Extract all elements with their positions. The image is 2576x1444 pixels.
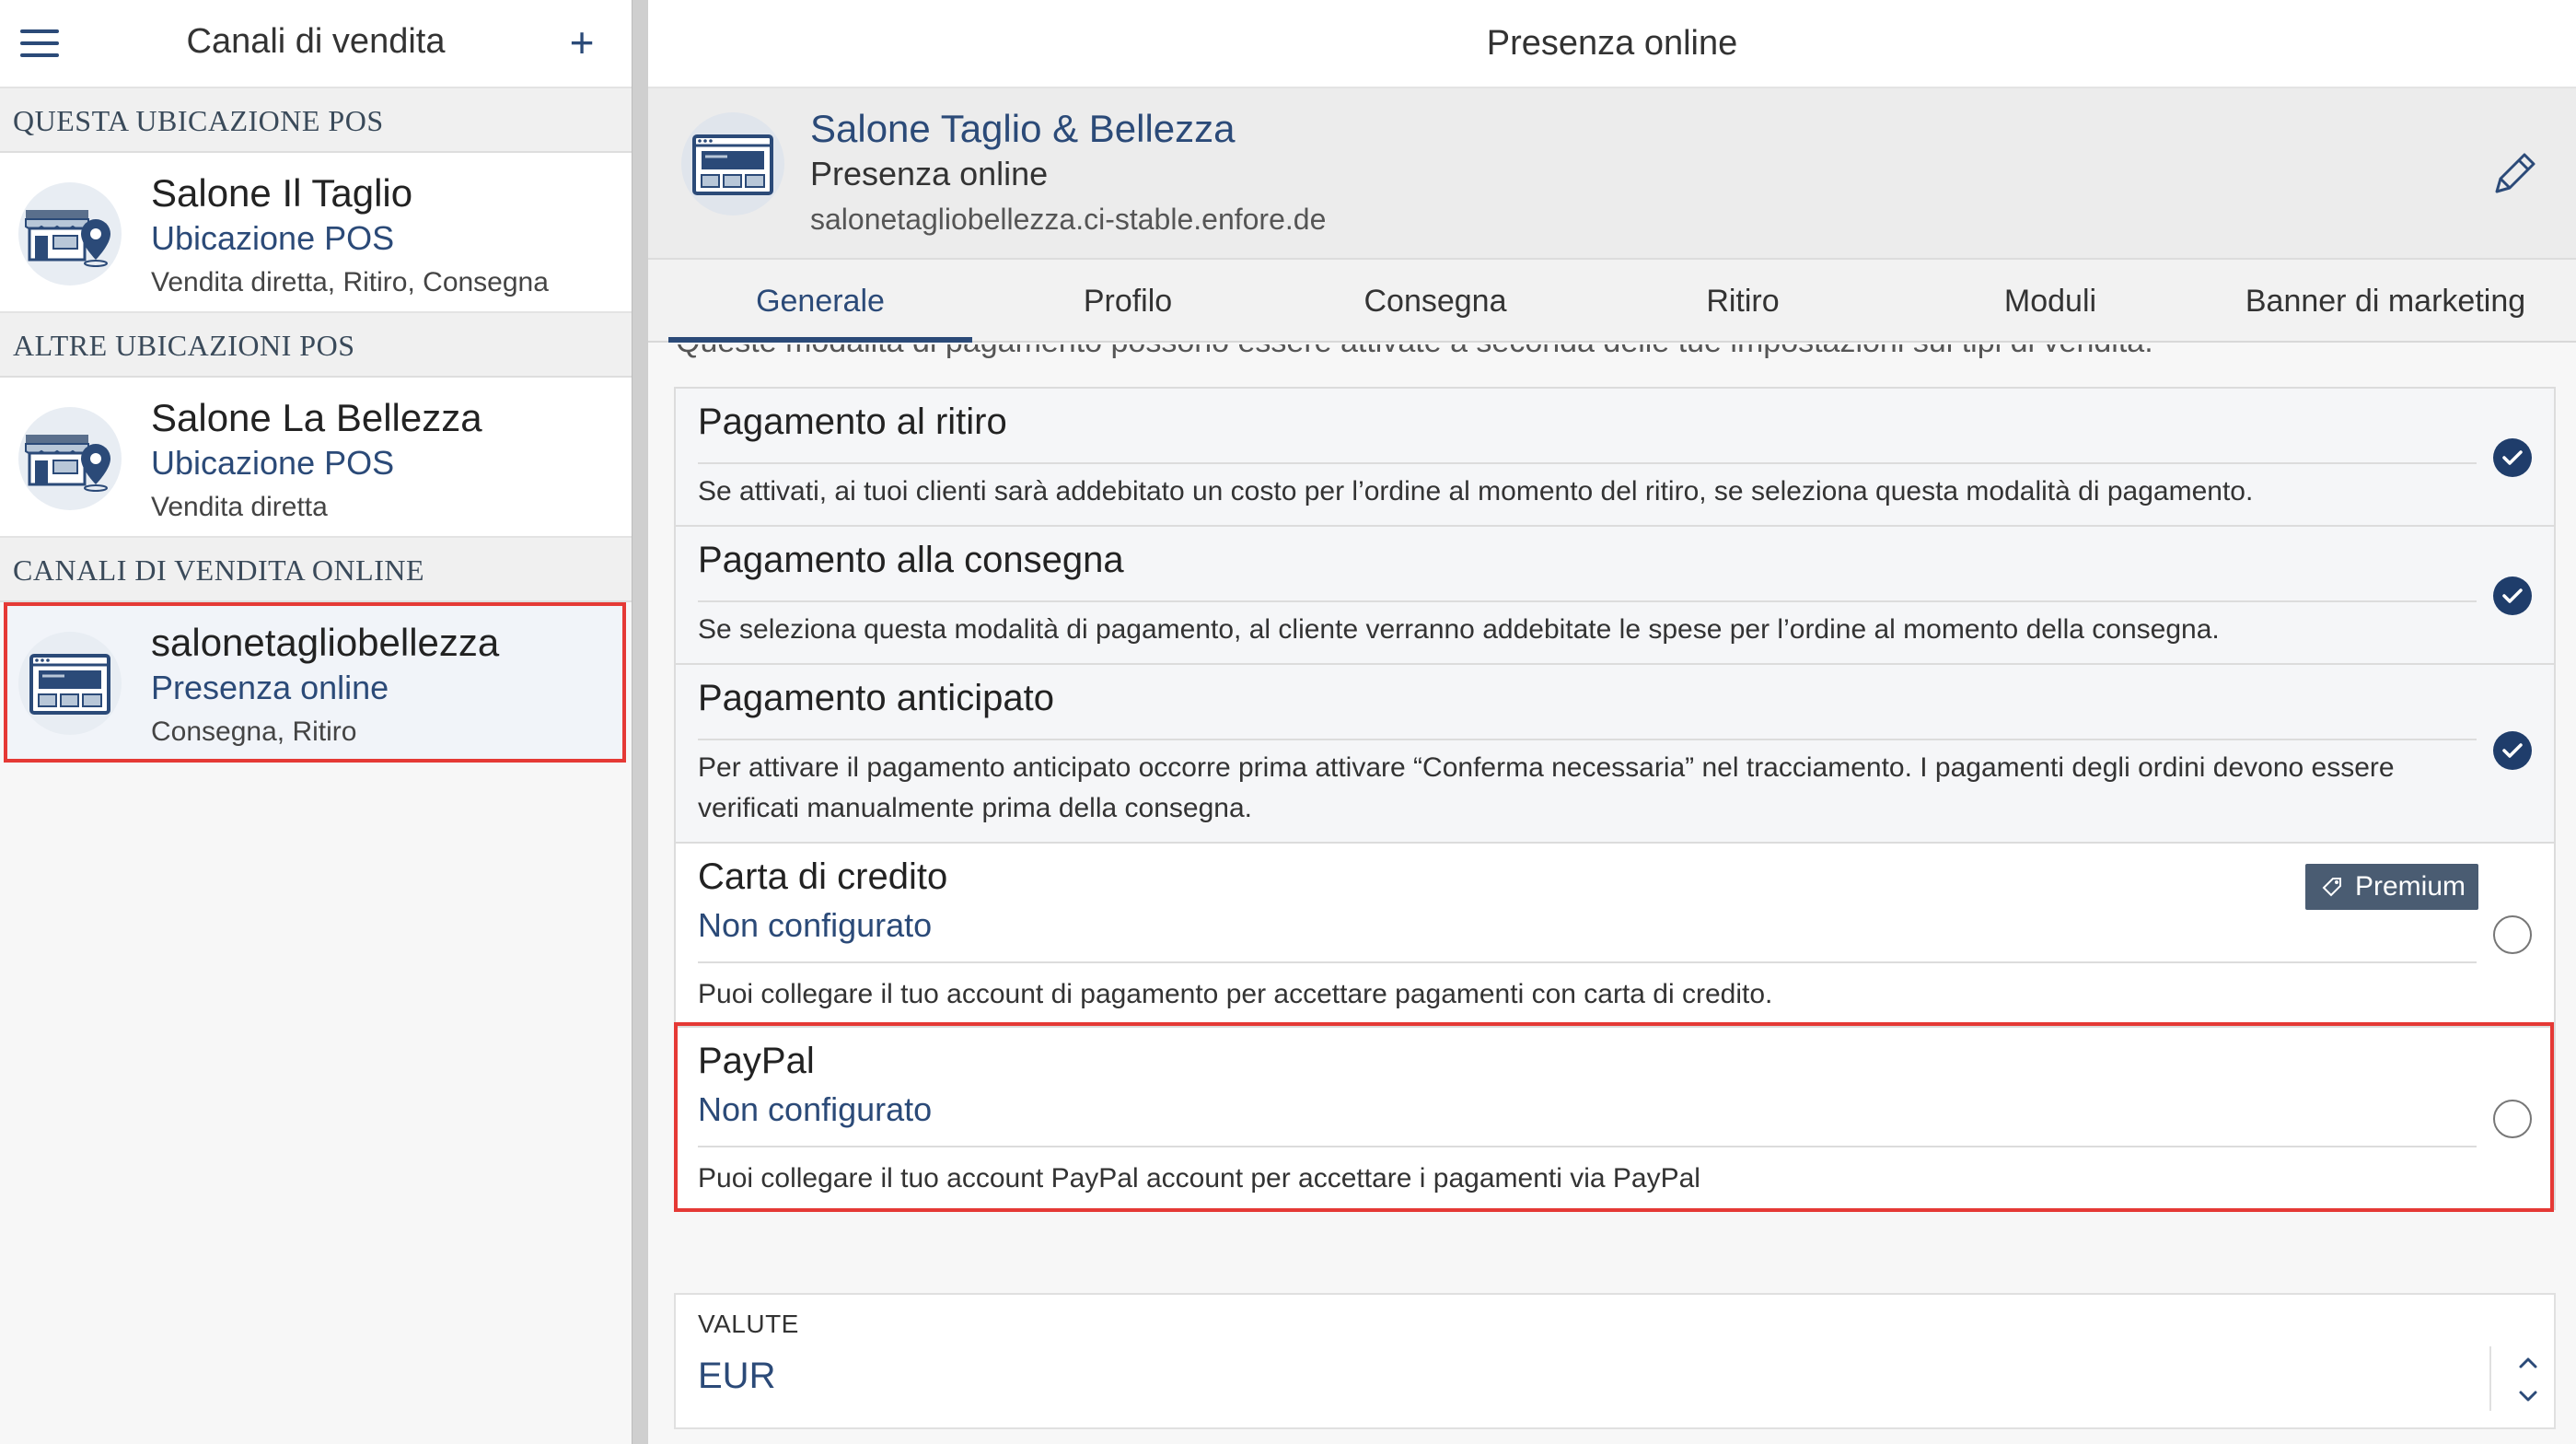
currency-value: EUR <box>698 1356 776 1396</box>
section-header-other-locations: ALTRE UBICAZIONI POS <box>0 313 632 378</box>
location-name: Salone Il Taglio <box>151 171 413 215</box>
payment-method-paypal[interactable]: PayPal Non configurato Puoi collegare il… <box>676 1028 2554 1208</box>
add-channel-icon[interactable]: + <box>563 20 600 64</box>
store-location-icon <box>18 407 122 510</box>
payment-method-description: Per attivare il pagamento anticipato occ… <box>698 752 2395 823</box>
channel-detail-panel: Presenza online Salone Taglio & Bellezza… <box>648 0 2576 1444</box>
section-header-this-location: QUESTA UBICAZIONE POS <box>0 88 632 153</box>
split-view-divider[interactable] <box>632 0 648 1444</box>
payment-methods-intro: Queste modalità di pagamento possono ess… <box>676 344 2153 360</box>
general-settings-content: Queste modalità di pagamento possono ess… <box>648 344 2576 1444</box>
tab-consegna[interactable]: Consegna <box>1283 260 1587 343</box>
store-location-icon <box>18 182 122 285</box>
location-sale-modes: Vendita diretta <box>151 492 328 522</box>
tab-banner-marketing[interactable]: Banner di marketing <box>2206 260 2565 343</box>
payment-method-description: Se attivati, ai tuoi clienti sarà addebi… <box>698 476 2254 507</box>
checkmark-toggle-icon[interactable] <box>2493 731 2532 770</box>
tab-generale[interactable]: Generale <box>668 260 972 343</box>
channel-subtitle: Presenza online <box>810 155 1049 192</box>
tab-profilo[interactable]: Profilo <box>976 260 1280 343</box>
web-presence-icon <box>681 112 784 215</box>
divider-line <box>698 600 2477 602</box>
payment-method-description: Puoi collegare il tuo account di pagamen… <box>698 979 1773 1009</box>
divider-line <box>698 961 2477 963</box>
divider-line <box>698 1146 2477 1147</box>
payment-method-description: Se seleziona questa modalità di pagament… <box>698 614 2220 645</box>
payment-method-title: Pagamento al ritiro <box>698 402 1007 442</box>
pencil-edit-icon[interactable] <box>2486 144 2545 203</box>
chevron-up-down-icon[interactable] <box>2512 1352 2545 1407</box>
premium-badge: Premium <box>2305 864 2478 910</box>
location-name: Salone La Bellezza <box>151 396 482 439</box>
currency-select[interactable]: VALUTE EUR <box>674 1293 2556 1429</box>
payment-method-title: Pagamento alla consegna <box>698 540 1124 580</box>
location-item-il-taglio[interactable]: Salone Il Taglio Ubicazione POS Vendita … <box>0 153 632 313</box>
location-sale-modes: Vendita diretta, Ritiro, Consegna <box>151 267 549 297</box>
location-item-la-bellezza[interactable]: Salone La Bellezza Ubicazione POS Vendit… <box>0 378 632 538</box>
payment-method-title: Pagamento anticipato <box>698 678 1054 718</box>
web-presence-icon <box>18 632 122 735</box>
payment-method-status: Non configurato <box>698 1090 933 1128</box>
checkmark-toggle-icon[interactable] <box>2493 438 2532 477</box>
payment-method-title: PayPal <box>698 1041 815 1081</box>
tab-moduli[interactable]: Moduli <box>1898 260 2202 343</box>
tag-icon <box>2322 878 2341 897</box>
premium-badge-label: Premium <box>2354 871 2466 902</box>
divider-line <box>698 739 2477 740</box>
sales-channels-sidebar: Canali di vendita + QUESTA UBICAZIONE PO… <box>0 0 632 1444</box>
payment-method-advance[interactable]: Pagamento anticipato Per attivare il pag… <box>676 665 2554 844</box>
payment-method-pickup[interactable]: Pagamento al ritiro Se attivati, ai tuoi… <box>676 389 2554 527</box>
divider-line <box>2489 1346 2491 1411</box>
sidebar-title: Canali di vendita <box>186 22 446 61</box>
location-type: Ubicazione POS <box>151 444 395 482</box>
channel-sale-modes: Consegna, Ritiro <box>151 716 357 747</box>
payment-method-description: Puoi collegare il tuo account PayPal acc… <box>698 1163 1700 1194</box>
channel-item-salonetagliobellezza[interactable]: salonetagliobellezza Presenza online Con… <box>4 602 626 763</box>
location-type: Ubicazione POS <box>151 219 395 257</box>
radio-toggle-icon[interactable] <box>2493 1100 2532 1138</box>
payment-method-title: Carta di credito <box>698 856 948 897</box>
panel-title: Presenza online <box>648 0 2576 88</box>
divider-line <box>698 462 2477 464</box>
detail-tabs: Generale Profilo Consegna Ritiro Moduli … <box>648 260 2576 343</box>
channel-type: Presenza online <box>151 669 389 706</box>
channel-name: salonetagliobellezza <box>151 621 500 664</box>
section-header-online-channels: CANALI DI VENDITA ONLINE <box>0 538 632 602</box>
payment-method-delivery[interactable]: Pagamento alla consegna Se seleziona que… <box>676 527 2554 665</box>
payment-method-credit-card[interactable]: Carta di credito Non configurato Premium… <box>676 844 2554 1028</box>
channel-summary-card: Salone Taglio & Bellezza Presenza online… <box>648 88 2576 260</box>
currency-label: VALUTE <box>698 1310 799 1338</box>
radio-toggle-icon[interactable] <box>2493 915 2532 954</box>
sidebar-header: Canali di vendita + <box>0 0 632 88</box>
checkmark-toggle-icon[interactable] <box>2493 576 2532 615</box>
tab-ritiro[interactable]: Ritiro <box>1591 260 1895 343</box>
channel-url: salonetagliobellezza.ci-stable.enfore.de <box>810 203 1327 236</box>
payment-methods-list: Pagamento al ritiro Se attivati, ai tuoi… <box>674 387 2556 1210</box>
channel-title: Salone Taglio & Bellezza <box>810 107 1236 150</box>
payment-method-status: Non configurato <box>698 906 933 944</box>
